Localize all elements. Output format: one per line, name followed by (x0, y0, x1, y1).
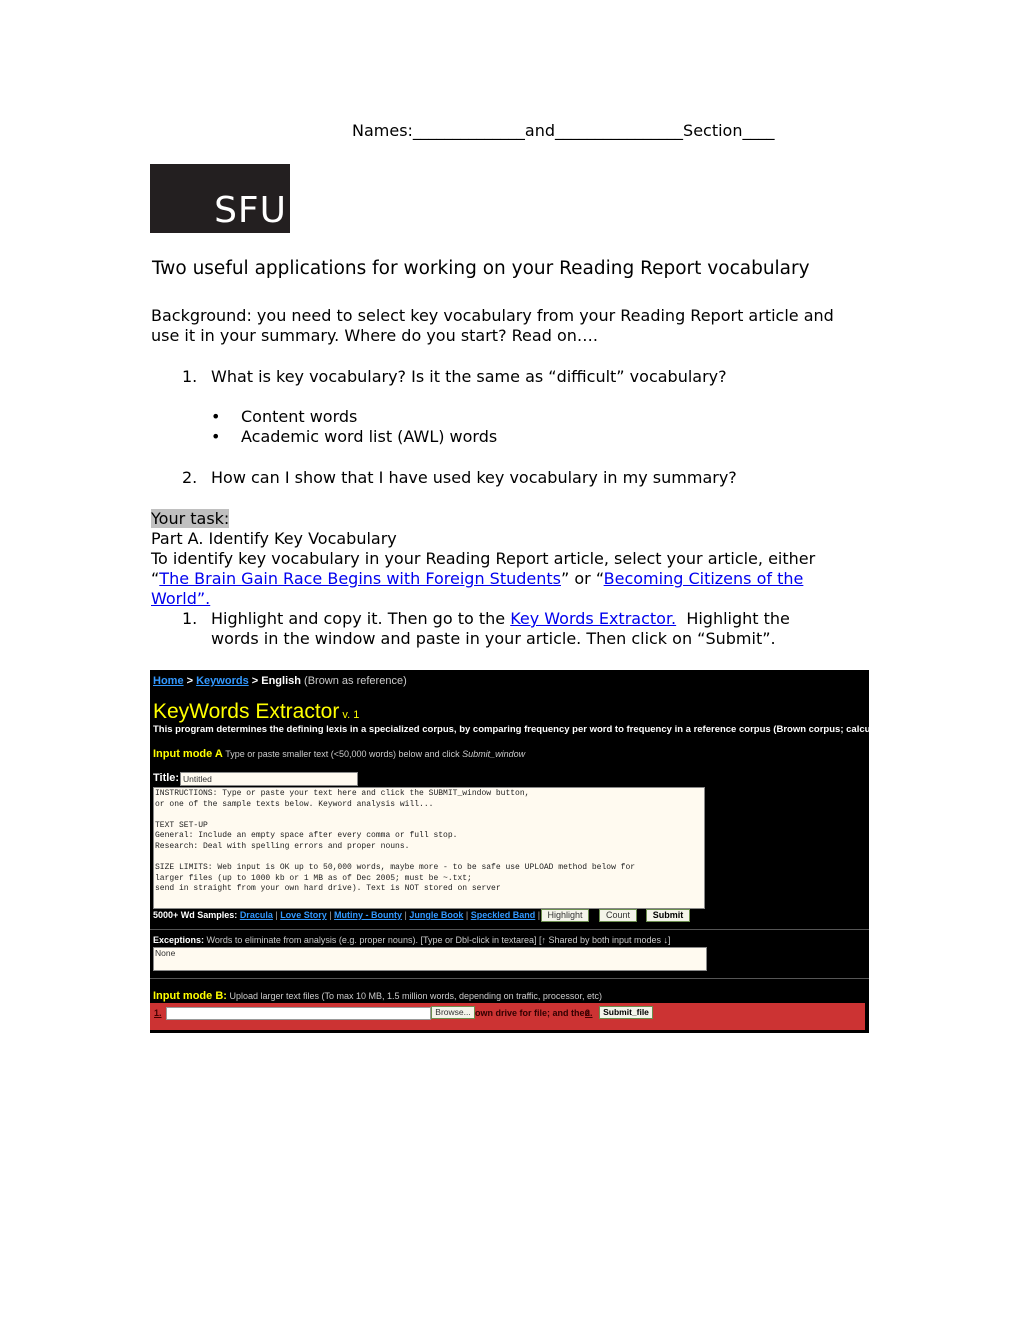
link-brain-gain-article[interactable]: The Brain Gain Race Begins with Foreign … (159, 569, 561, 588)
background-line-2: use it in your summary. Where do you sta… (151, 326, 598, 345)
sfu-logo: SFU (150, 164, 290, 233)
step-text-2: words in the window and paste in your ar… (211, 629, 776, 648)
bullet-item: • Content words (211, 407, 497, 427)
own-drive-text: own drive for file; and then (475, 1008, 591, 1018)
text-input-area[interactable]: INSTRUCTIONS: Type or paste your text he… (153, 787, 705, 909)
bullet-text: Academic word list (AWL) words (241, 427, 498, 446)
question-2: 2. How can I show that I have used key v… (182, 468, 737, 488)
divider (150, 929, 869, 930)
step-text: Highlight the (676, 609, 790, 628)
question-text: How can I show that I have used key voca… (211, 468, 737, 487)
link-becoming-citizens-article-cont[interactable]: World”. (151, 589, 210, 608)
submit-file-button[interactable]: Submit_file (599, 1006, 653, 1019)
link-becoming-citizens-article[interactable]: Becoming Citizens of the (604, 569, 804, 588)
divider (150, 978, 869, 979)
breadcrumb-keywords[interactable]: Keywords (196, 675, 249, 687)
browse-button[interactable]: Browse... (431, 1006, 475, 1019)
question-number: 2. (182, 468, 198, 487)
background-paragraph: Background: you need to select key vocab… (151, 306, 871, 346)
sample-mutiny-bounty[interactable]: Mutiny - Bounty (334, 910, 402, 920)
sample-jungle-book[interactable]: Jungle Book (409, 910, 463, 920)
exceptions-label: Exceptions: (153, 935, 205, 945)
question-1: 1. What is key vocabulary? Is it the sam… (182, 367, 727, 387)
sfu-logo-text: SFU (214, 190, 287, 231)
document-heading: Two useful applications for working on y… (152, 258, 810, 279)
upload-bar: 1. Browse... own drive for file; and the… (150, 1003, 865, 1030)
samples-label: 5000+ Wd Samples: (153, 910, 238, 920)
step-1: 1. Highlight and copy it. Then go to the… (151, 609, 871, 649)
or-text: ” or “ (561, 569, 604, 588)
bullet-text: Content words (241, 407, 358, 426)
sample-love-story[interactable]: Love Story (280, 910, 327, 920)
step-1-label: 1. (154, 1008, 162, 1018)
samples-row: 5000+ Wd Samples: Dracula | Love Story |… (153, 910, 540, 920)
names-line: Names:______________and________________S… (352, 121, 775, 140)
breadcrumb-sep: > (183, 675, 197, 687)
breadcrumb: Home > Keywords > English (Brown as refe… (153, 675, 407, 687)
app-description: This program determines the defining lex… (153, 724, 869, 735)
background-line-1: Background: you need to select key vocab… (151, 306, 834, 325)
input-mode-a-text: Type or paste smaller text (<50,000 word… (222, 749, 463, 759)
input-mode-b: Input mode B: Upload larger text files (… (153, 990, 602, 1002)
bullet-icon: • (211, 407, 221, 426)
step-2-label: 2. (585, 1008, 593, 1018)
step-number: 1. (182, 609, 198, 628)
input-mode-a-label: Input mode A (153, 748, 223, 760)
exceptions-input[interactable]: None (153, 947, 707, 971)
part-a-heading: Part A. Identify Key Vocabulary (151, 529, 397, 548)
your-task-label: Your task: (151, 509, 230, 528)
count-button[interactable]: Count (599, 909, 637, 922)
exceptions-text: Words to eliminate from analysis (e.g. p… (204, 935, 671, 945)
title-input[interactable]: Untitled (180, 772, 358, 786)
breadcrumb-ref: (Brown as reference) (300, 675, 407, 687)
link-key-words-extractor[interactable]: Key Words Extractor. (510, 609, 676, 628)
separator: | (463, 910, 471, 920)
input-mode-a-em: Submit_window (462, 749, 526, 759)
app-title: KeyWords Extractor v. 1 (153, 700, 359, 724)
input-mode-a: Input mode A Type or paste smaller text … (153, 748, 525, 760)
highlight-button[interactable]: Highlight (541, 909, 589, 922)
input-mode-b-text: Upload larger text files (To max 10 MB, … (226, 991, 602, 1001)
question-number: 1. (182, 367, 198, 386)
bullet-list: • Content words • Academic word list (AW… (211, 407, 498, 447)
submit-button[interactable]: Submit (646, 909, 690, 922)
task-section: Your task: Part A. Identify Key Vocabula… (151, 509, 871, 649)
input-mode-b-label: Input mode B: (153, 990, 227, 1002)
app-version: v. 1 (339, 709, 360, 721)
sample-speckled-band[interactable]: Speckled Band (471, 910, 536, 920)
bullet-item: • Academic word list (AWL) words (211, 427, 498, 447)
file-path-input[interactable] (166, 1007, 431, 1020)
separator: | (535, 910, 541, 920)
breadcrumb-sep: > (248, 675, 262, 687)
keywords-extractor-screenshot: Home > Keywords > English (Brown as refe… (150, 670, 869, 1033)
step-text: Highlight and copy it. Then go to the (211, 609, 511, 628)
sample-dracula[interactable]: Dracula (240, 910, 273, 920)
question-text: What is key vocabulary? Is it the same a… (211, 367, 727, 386)
app-title-text: KeyWords Extractor (153, 700, 340, 723)
breadcrumb-english: English (261, 675, 301, 687)
bullet-icon: • (211, 427, 221, 446)
task-intro: To identify key vocabulary in your Readi… (151, 549, 816, 568)
article-links-line: “The Brain Gain Race Begins with Foreign… (151, 569, 871, 589)
title-label: Title: (153, 772, 180, 784)
breadcrumb-home[interactable]: Home (153, 675, 184, 687)
exceptions-row: Exceptions: Words to eliminate from anal… (153, 935, 671, 945)
separator: | (326, 910, 335, 920)
